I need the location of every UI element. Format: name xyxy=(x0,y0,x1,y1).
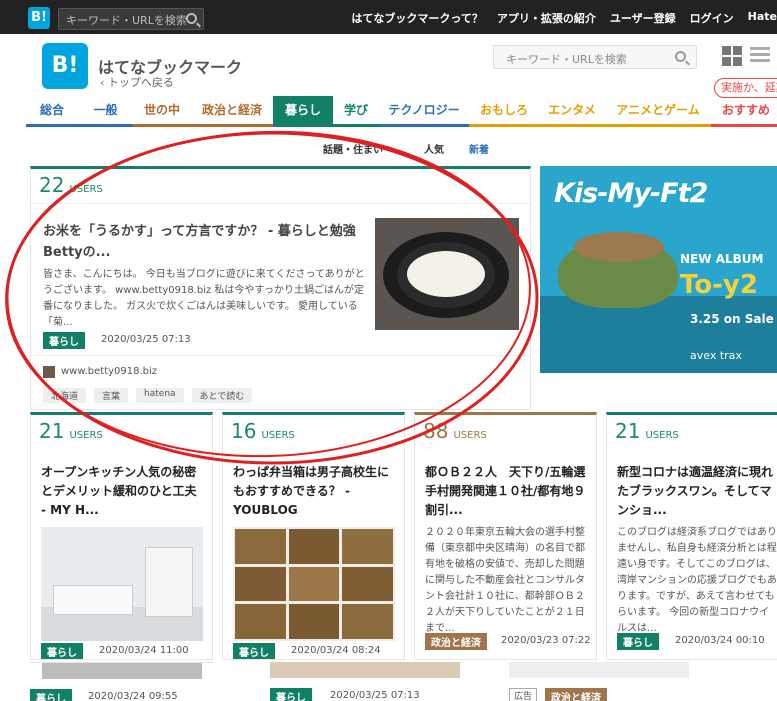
entry-title[interactable]: オープンキッチン人気の秘密とデメリット緩和のひと工夫 - MY H... xyxy=(41,463,203,520)
entry-card-partial[interactable]: 暮らし 2020/03/25 07:13 xyxy=(270,662,460,701)
hatena-bookmark-logo[interactable]: B! xyxy=(42,43,88,89)
users-number: 22 xyxy=(39,173,65,197)
back-to-top-link[interactable]: ‹ トップへ戻る xyxy=(100,74,174,90)
entry-thumbnail[interactable] xyxy=(375,218,519,330)
users-label: USERS xyxy=(69,430,103,441)
entry-date: 2020/03/24 11:00 xyxy=(99,645,189,656)
category-tabs: 総合 一般 世の中 政治と経済 暮らし 学び テクノロジー おもしろ エンタメ アニメとゲーム おす… xyxy=(26,96,777,127)
list-view-icon[interactable] xyxy=(750,47,770,65)
tab-6[interactable]: テクノロジー xyxy=(379,96,469,127)
nav-register[interactable]: ユーザー登録 xyxy=(610,10,676,26)
users-label: USERS xyxy=(261,430,295,441)
users-count[interactable]: 21 USERS xyxy=(615,419,679,443)
entry-card[interactable]: 21 USERS 新型コロナは適温経済に現れたブラックスワン。そしてマンショ...… xyxy=(606,412,777,660)
tab-4[interactable]: 暮らし xyxy=(273,96,333,127)
nav-about[interactable]: はてなブックマークって？ xyxy=(351,10,482,26)
users-label: USERS xyxy=(69,184,103,195)
tab-3[interactable]: 政治と経済 xyxy=(191,96,273,127)
users-number: 21 xyxy=(39,419,65,443)
header-search-placeholder: キーワード・URLを検索 xyxy=(506,53,627,66)
category-badge[interactable]: 暮らし xyxy=(233,643,275,659)
entry-description: 皆さま、こんにちは。 今日も当ブログに遊びに来てくださってありがとうございます。… xyxy=(43,269,365,328)
entry-date: 2020/03/23 07:22 xyxy=(501,635,591,646)
nav-login[interactable]: ログイン xyxy=(690,10,734,26)
users-number: 88 xyxy=(423,419,449,443)
topbar-search-placeholder: キーワード・URLを検索 xyxy=(66,14,187,27)
ad-banner[interactable]: Kis-My-Ft2 NEW ALBUM To-y2 3.25 on Sale … xyxy=(540,166,777,373)
category-badge[interactable]: 政治と経済 xyxy=(545,688,607,701)
tab-0[interactable]: 総合 xyxy=(26,96,78,127)
users-number: 16 xyxy=(231,419,257,443)
tab-8[interactable]: エンタメ xyxy=(539,96,605,127)
category-badge[interactable]: 暮らし xyxy=(270,688,312,701)
search-icon[interactable] xyxy=(186,13,197,24)
tab-7[interactable]: おもしろ xyxy=(469,96,539,127)
tag[interactable]: あとで読む xyxy=(191,388,253,403)
users-count[interactable]: 16 USERS xyxy=(231,419,295,443)
featured-entry-card[interactable]: 22 USERS お米を「うるかす」って方言ですか？ - 暮らしと勉強 Bett… xyxy=(30,166,531,410)
ad-release: 3.25 on Sale xyxy=(690,312,774,326)
entry-card-partial[interactable]: 暮らし 2020/03/24 09:55 xyxy=(30,662,213,701)
entry-card[interactable]: 16 USERS わっぱ弁当箱は男子高校生にもおすすめできる？ - YOUBLOG… xyxy=(222,412,405,660)
entry-description: このブログは経済系ブログではありませんし、私自身も経済分析とは程遠い身です。そし… xyxy=(617,527,777,634)
subtab-popular[interactable]: 人気 xyxy=(424,141,444,156)
category-badge[interactable]: 政治と経済 xyxy=(425,633,487,650)
tag[interactable]: hatena xyxy=(136,388,184,403)
ad-label: avex trax xyxy=(690,349,742,362)
category-badge[interactable]: 暮らし xyxy=(41,643,83,659)
topbar-nav: はてなブックマークって？ アプリ・拡張の紹介 ユーザー登録 ログイン Hate xyxy=(351,10,777,26)
ad-artist: Kis-My-Ft2 xyxy=(554,178,708,209)
tab-5[interactable]: 学び xyxy=(333,96,379,127)
entry-date: 2020/03/25 07:13 xyxy=(330,690,420,701)
entry-thumbnail[interactable] xyxy=(233,527,395,641)
entry-title[interactable]: 新型コロナは適温経済に現れたブラックスワン。そしてマンショ... xyxy=(617,463,777,520)
entry-card[interactable]: 88 USERS 都ＯＢ２２人 天下り/五輪選手村開発関連１０社/都有地９割引..… xyxy=(414,412,597,660)
subtab-topic[interactable]: 話題・住まい xyxy=(323,141,383,156)
entry-card-partial[interactable]: 広告 政治と経済 xyxy=(509,662,689,701)
ad-line1: NEW ALBUM xyxy=(680,252,764,266)
category-badge[interactable]: 暮らし xyxy=(30,689,72,701)
entry-thumbnail[interactable] xyxy=(41,527,203,641)
tag[interactable]: 北海道 xyxy=(43,388,87,403)
ad-label-badge: 広告 xyxy=(509,688,538,701)
nav-apps[interactable]: アプリ・拡張の紹介 xyxy=(497,10,596,26)
category-badge[interactable]: 暮らし xyxy=(617,633,659,650)
entry-title[interactable]: わっぱ弁当箱は男子高校生にもおすすめできる？ - YOUBLOG xyxy=(233,463,395,520)
notice-badge[interactable]: 実施か、延期 xyxy=(714,78,777,98)
grid-view-icon[interactable] xyxy=(722,46,742,66)
tab-1[interactable]: 一般 xyxy=(78,96,133,127)
entry-date: 2020/03/24 00:10 xyxy=(675,635,765,646)
entry-title[interactable]: お米を「うるかす」って方言ですか？ - 暮らしと勉強 Bettyの... xyxy=(43,221,369,263)
entry-site[interactable]: www.betty0918.biz xyxy=(61,366,157,377)
header-search-input[interactable]: キーワード・URLを検索 xyxy=(493,45,697,69)
tab-10[interactable]: おすすめ xyxy=(711,96,777,127)
subtab-new[interactable]: 新着 xyxy=(469,141,489,156)
search-icon[interactable] xyxy=(675,51,686,62)
tab-9[interactable]: アニメとゲーム xyxy=(605,96,711,127)
site-favicon xyxy=(43,366,55,378)
topbar-search-input[interactable]: キーワード・URLを検索 xyxy=(58,8,204,30)
tab-2[interactable]: 世の中 xyxy=(133,96,191,127)
nav-hatena[interactable]: Hate xyxy=(748,10,777,26)
global-topbar: B! キーワード・URLを検索 はてなブックマークって？ アプリ・拡張の紹介 ユ… xyxy=(0,0,777,34)
entry-date: 2020/03/25 07:13 xyxy=(101,334,191,345)
users-label: USERS xyxy=(645,430,679,441)
entry-date: 2020/03/24 08:24 xyxy=(291,645,381,656)
users-number: 21 xyxy=(615,419,641,443)
entry-description: ２０２０年東京五輪大会の選手村整備（東京都中央区晴海）の名目で都有地を破格の安値… xyxy=(425,527,585,634)
category-badge[interactable]: 暮らし xyxy=(43,332,85,349)
users-count[interactable]: 22 USERS xyxy=(39,173,103,197)
entry-title[interactable]: 都ＯＢ２２人 天下り/五輪選手村開発関連１０社/都有地９割引... xyxy=(425,463,587,520)
tag[interactable]: 言葉 xyxy=(94,388,129,403)
tag-list: 北海道 言葉 hatena あとで読む xyxy=(43,388,253,403)
entry-card[interactable]: 21 USERS オープンキッチン人気の秘密とデメリット緩和のひと工夫 - MY … xyxy=(30,412,213,660)
entry-date: 2020/03/24 09:55 xyxy=(88,691,178,701)
users-count[interactable]: 21 USERS xyxy=(39,419,103,443)
ad-album: To-y2 xyxy=(680,270,758,300)
users-label: USERS xyxy=(453,430,487,441)
hatena-logo-small[interactable]: B! xyxy=(28,7,50,29)
users-count[interactable]: 88 USERS xyxy=(423,419,487,443)
